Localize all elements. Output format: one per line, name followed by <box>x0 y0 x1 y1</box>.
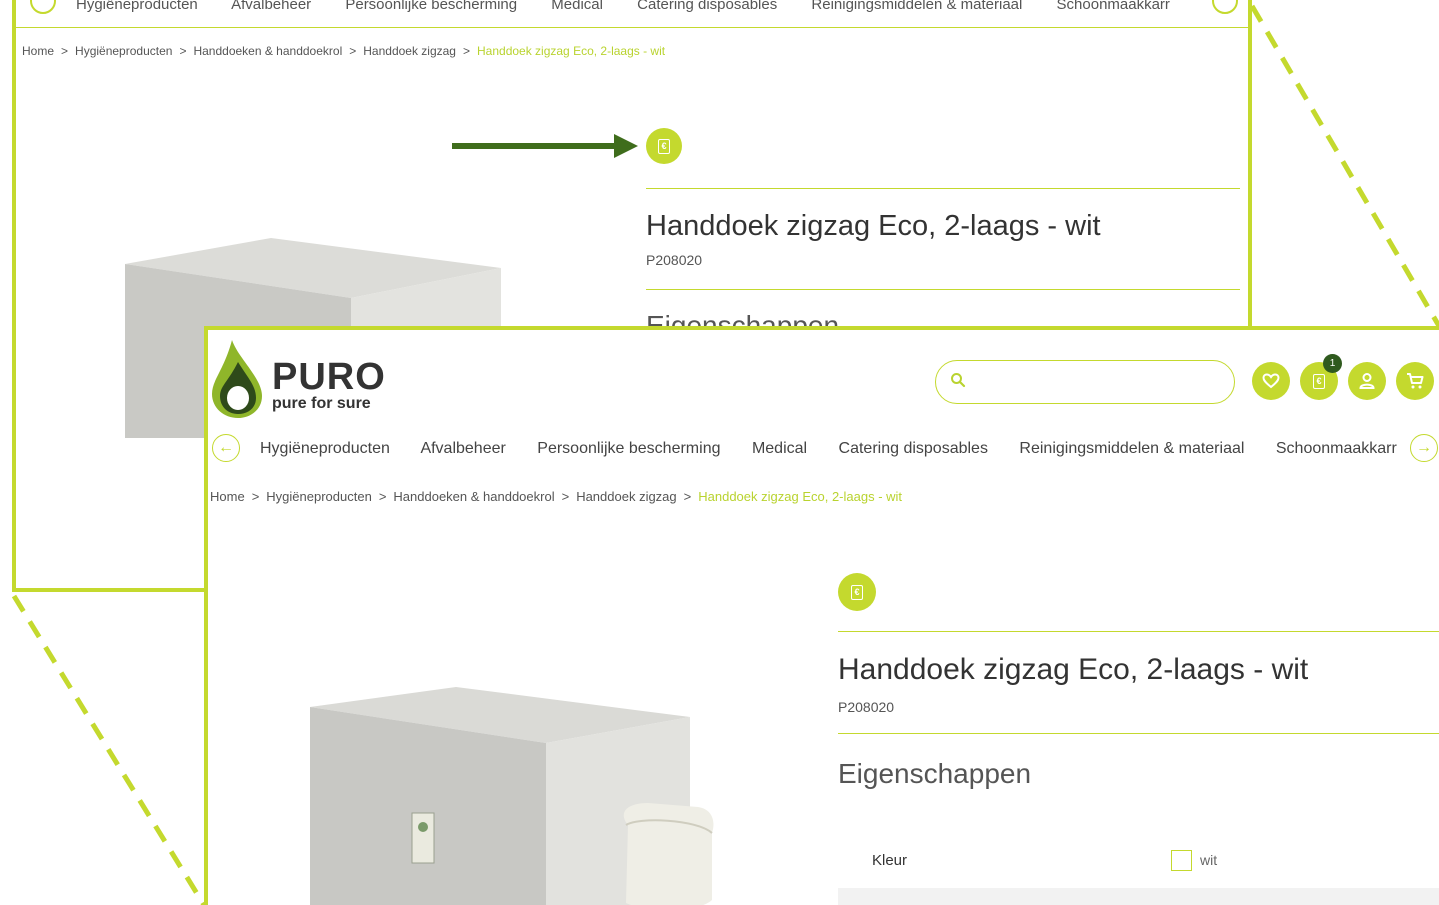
nav-item-catering-disposables[interactable]: Catering disposables <box>839 440 988 457</box>
quote-count-badge: 1 <box>1323 354 1342 373</box>
color-checkbox[interactable] <box>1171 850 1192 871</box>
spec-value-kleur: wit <box>1200 852 1218 868</box>
breadcrumb-separator: > <box>561 489 570 504</box>
back-nav-prev-button[interactable] <box>30 0 56 14</box>
user-icon <box>1359 373 1375 389</box>
connector-line-top <box>1249 4 1439 328</box>
search-icon <box>951 373 966 388</box>
account-button[interactable] <box>1348 362 1386 400</box>
nav-next-button[interactable]: → <box>1410 434 1438 462</box>
highlight-arrow-head <box>614 134 638 158</box>
breadcrumb-separator: > <box>179 44 187 58</box>
page-screenshot-panel: PURO pure for sure € 1 ← Hygiëneproducte… <box>204 326 1439 905</box>
breadcrumb-link[interactable]: Hygiëneproducten <box>266 489 372 504</box>
back-nav-item[interactable]: Persoonlijke bescherming <box>345 0 517 13</box>
breadcrumb-separator: > <box>251 489 260 504</box>
cart-button[interactable] <box>1396 362 1434 400</box>
nav-item-afvalbeheer[interactable]: Afvalbeheer <box>420 440 505 457</box>
cart-icon <box>1407 373 1424 389</box>
quote-document-icon: € <box>658 138 670 154</box>
heart-icon <box>1262 373 1280 389</box>
spec-row <box>838 888 1439 905</box>
arrow-right-icon: → <box>1416 439 1432 456</box>
back-breadcrumb-link[interactable]: Handdoek zigzag <box>363 44 456 58</box>
breadcrumb-separator: > <box>378 489 387 504</box>
nav-item-persoonlijke-bescherming[interactable]: Persoonlijke bescherming <box>537 440 720 457</box>
product-sku: P208020 <box>838 699 895 715</box>
back-breadcrumb: Home > Hygiëneproducten > Handdoeken & handd… <box>22 44 665 58</box>
product-image <box>310 687 714 905</box>
properties-heading: Eigenschappen <box>838 758 1032 789</box>
logo-wordmark: PURO <box>272 356 386 398</box>
wishlist-button[interactable] <box>1252 362 1290 400</box>
category-nav-items: Hygiëneproducten Afvalbeheer Persoonlijk… <box>260 440 1410 458</box>
back-nav-item[interactable]: Schoonmaakkarr <box>1057 0 1170 13</box>
back-nav-next-button[interactable] <box>1212 0 1238 14</box>
nav-prev-button[interactable]: ← <box>212 434 240 462</box>
breadcrumb-current: Handdoek zigzag Eco, 2-laags - wit <box>698 489 903 504</box>
breadcrumb-separator: > <box>349 44 357 58</box>
back-nav-item[interactable]: Catering disposables <box>637 0 777 13</box>
nav-item-reinigingsmiddelen[interactable]: Reinigingsmiddelen & materiaal <box>1019 440 1244 457</box>
search-bar[interactable] <box>935 360 1235 404</box>
back-nav-item[interactable]: Reinigingsmiddelen & materiaal <box>811 0 1022 13</box>
quote-document-icon: € <box>1313 373 1325 389</box>
back-add-to-quote-button[interactable]: € <box>646 128 682 164</box>
category-nav: ← Hygiëneproducten Afvalbeheer Persoonli… <box>208 432 1439 466</box>
arrow-left-icon: ← <box>218 439 234 456</box>
quote-document-icon: € <box>851 584 863 600</box>
back-category-nav: Hygiëneproducten Afvalbeheer Persoonlijk… <box>16 0 1248 28</box>
spec-label-kleur: Kleur <box>872 852 908 869</box>
breadcrumb-link[interactable]: Handdoek zigzag <box>576 489 676 504</box>
back-nav-item[interactable]: Medical <box>551 0 603 13</box>
back-product-title: Handdoek zigzag Eco, 2-laags - wit <box>646 210 1101 242</box>
divider <box>646 188 1240 189</box>
back-breadcrumb-link[interactable]: Home <box>22 44 54 58</box>
breadcrumb-separator: > <box>462 44 470 58</box>
breadcrumb-link[interactable]: Home <box>210 489 245 504</box>
divider <box>838 631 1439 632</box>
logo[interactable]: PURO pure for sure <box>210 340 386 420</box>
back-nav-item[interactable]: Afvalbeheer <box>231 0 311 13</box>
add-to-quote-button[interactable]: € <box>838 573 876 611</box>
back-breadcrumb-link[interactable]: Handdoeken & handdoekrol <box>193 44 342 58</box>
nav-item-hygieneproducten[interactable]: Hygiëneproducten <box>260 440 390 457</box>
back-breadcrumb-link[interactable]: Hygiëneproducten <box>75 44 172 58</box>
nav-item-schoonmaakkarren[interactable]: Schoonmaakkarr <box>1276 440 1397 457</box>
back-product-sku: P208020 <box>646 252 703 268</box>
breadcrumb-link[interactable]: Handdoeken & handdoekrol <box>393 489 554 504</box>
logo-tagline: pure for sure <box>272 395 371 412</box>
breadcrumb-separator: > <box>683 489 692 504</box>
divider <box>838 733 1439 734</box>
search-input[interactable] <box>976 369 1221 395</box>
breadcrumb-separator: > <box>61 44 69 58</box>
back-nav-item[interactable]: Hygiëneproducten <box>76 0 198 13</box>
back-breadcrumb-current: Handdoek zigzag Eco, 2-laags - wit <box>477 44 666 58</box>
divider <box>646 289 1240 290</box>
product-title: Handdoek zigzag Eco, 2-laags - wit <box>838 653 1309 686</box>
nav-item-medical[interactable]: Medical <box>752 440 807 457</box>
connector-line-bottom <box>11 594 207 905</box>
drop-logo-icon <box>212 340 262 418</box>
highlight-arrow-shaft <box>452 143 616 149</box>
back-nav-items: Hygiëneproducten Afvalbeheer Persoonlijk… <box>76 0 1200 13</box>
breadcrumb: Home > Hygiëneproducten > Handdoeken & handd… <box>210 489 902 504</box>
